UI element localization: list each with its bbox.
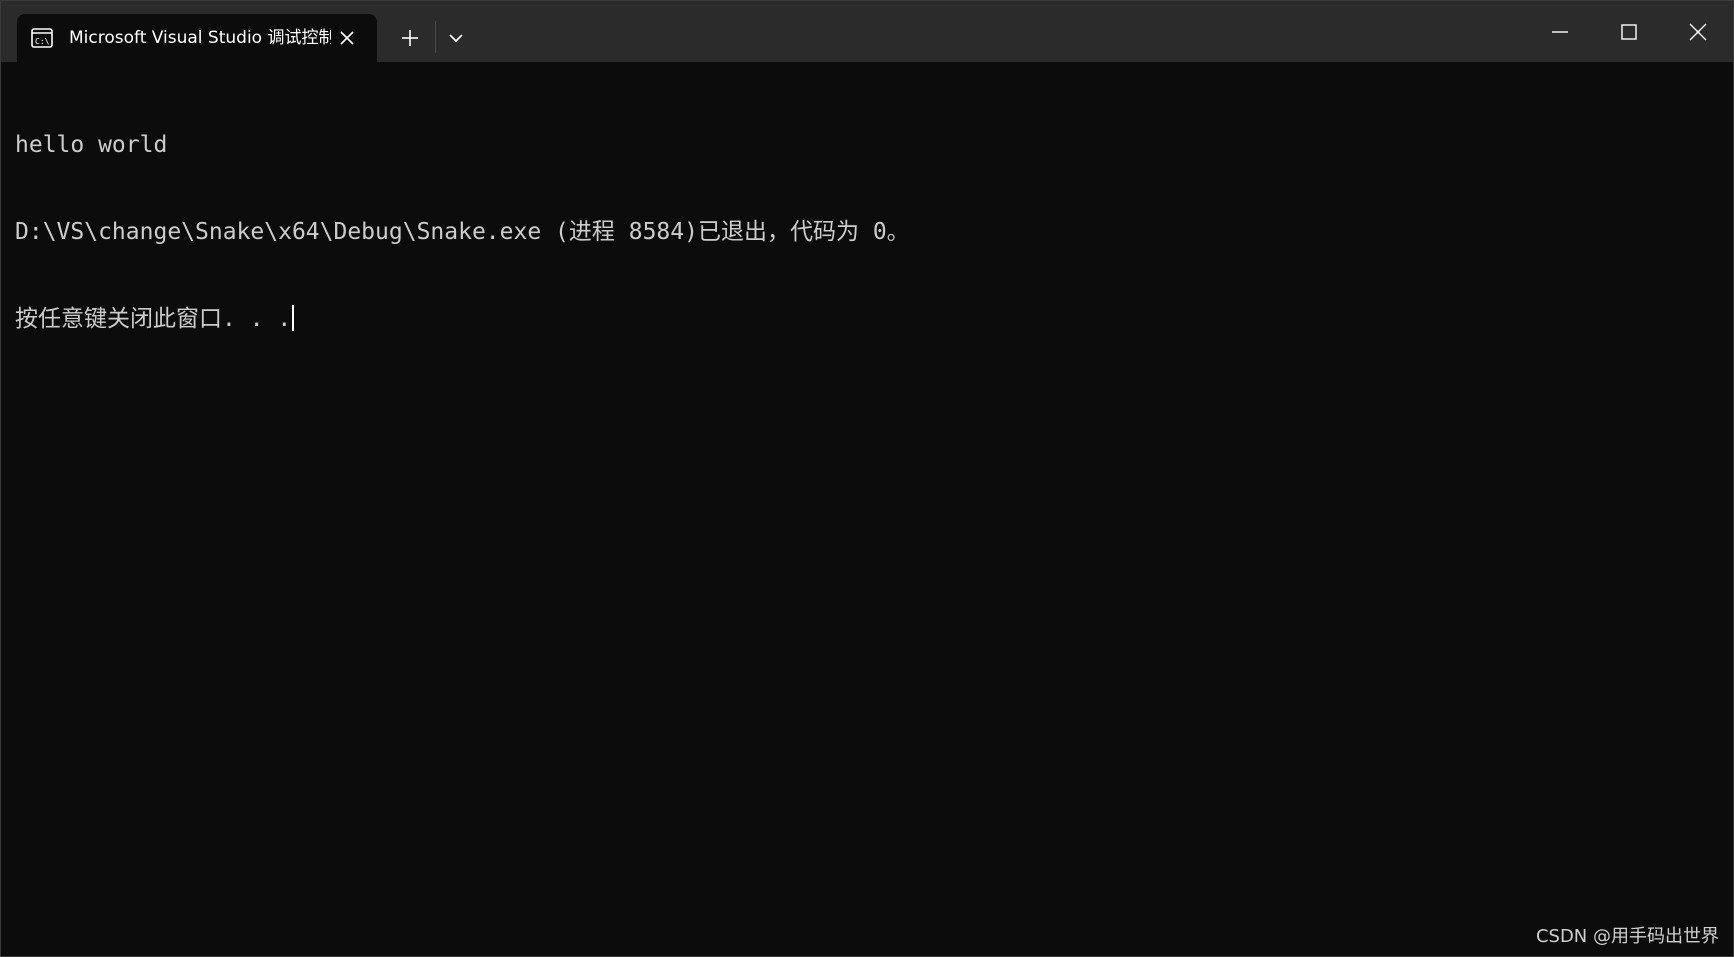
new-tab-button[interactable]	[395, 23, 425, 53]
svg-text:C:\: C:\	[35, 37, 50, 46]
text-cursor	[292, 305, 295, 331]
tab-debug-console[interactable]: C:\ Microsoft Visual Studio 调试控制台	[17, 14, 377, 62]
terminal-line-text: 按任意键关闭此窗口. . .	[15, 306, 292, 332]
minimize-icon	[1552, 31, 1568, 33]
tab-close-button[interactable]	[335, 26, 359, 50]
maximize-icon	[1621, 24, 1637, 40]
plus-icon	[402, 30, 418, 46]
terminal-line: D:\VS\change\Snake\x64\Debug\Snake.exe (…	[15, 219, 910, 245]
watermark: CSDN @用手码出世界	[1535, 926, 1719, 947]
tab-separator	[435, 21, 436, 53]
terminal-line-prompt: 按任意键关闭此窗口. . .	[15, 305, 1715, 334]
tab-dropdown-button[interactable]	[441, 23, 471, 53]
close-icon	[340, 31, 354, 45]
terminal-window: C:\ Microsoft Visual Studio 调试控制台 hello …	[0, 0, 1734, 957]
tab-title: Microsoft Visual Studio 调试控制台	[69, 28, 331, 48]
close-window-button[interactable]	[1667, 9, 1729, 55]
maximize-button[interactable]	[1598, 9, 1660, 55]
minimize-button[interactable]	[1529, 9, 1591, 55]
console-icon: C:\	[31, 28, 53, 48]
terminal-line: hello world	[15, 132, 168, 158]
title-bar[interactable]: C:\ Microsoft Visual Studio 调试控制台	[1, 1, 1733, 62]
close-icon	[1689, 23, 1707, 41]
chevron-down-icon	[449, 34, 463, 43]
terminal-output[interactable]: hello world D:\VS\change\Snake\x64\Debug…	[15, 73, 1715, 933]
